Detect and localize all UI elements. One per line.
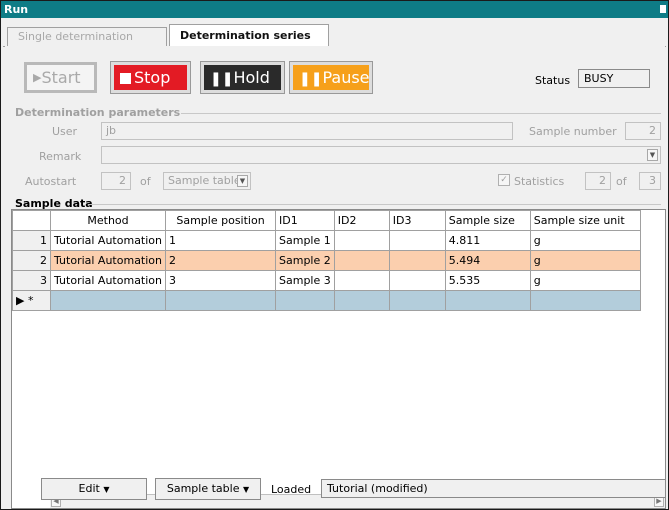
column-header-id1[interactable]: ID1 [275, 210, 335, 231]
start-button[interactable]: ▶Start [24, 62, 97, 93]
autostart-field[interactable]: 2 [101, 172, 131, 190]
new-row[interactable]: ▶ * [12, 290, 641, 311]
cell-id1[interactable]: Sample 2 [275, 250, 335, 271]
loaded-value: Tutorial (modified) [321, 479, 666, 498]
cell-sample-size[interactable]: 4.811 [444, 230, 531, 251]
user-label: User [52, 125, 78, 138]
chevron-down-icon[interactable]: ▼ [237, 175, 248, 187]
cell-sample-position[interactable]: 3 [165, 270, 277, 291]
remark-field[interactable]: ▼ [101, 146, 661, 164]
tab-determination-series[interactable]: Determination series [169, 24, 329, 47]
determination-parameters-title: Determination parameters [15, 106, 181, 119]
column-header-id2[interactable]: ID2 [333, 210, 390, 231]
column-header-id3[interactable]: ID3 [388, 210, 446, 231]
stop-label: Stop [134, 68, 171, 87]
row-number[interactable]: 3 [12, 270, 51, 291]
column-header-method[interactable]: Method [49, 210, 167, 231]
chevron-down-icon[interactable]: ▼ [647, 149, 658, 161]
new-cell[interactable] [165, 290, 277, 311]
cell-method[interactable]: Tutorial Automation [49, 250, 167, 271]
cell-sample-size-unit[interactable]: g [529, 230, 641, 251]
statistics-of-label: of [616, 175, 627, 188]
cell-method[interactable]: Tutorial Automation [49, 270, 167, 291]
status-value: BUSY [578, 69, 650, 88]
hold-icon: ❚❚ [210, 71, 234, 87]
table-row[interactable]: 1 Tutorial Automation 1 Sample 1 4.811 g [12, 230, 641, 251]
statistics-field[interactable]: 2 [585, 172, 611, 190]
table-header-row: Method Sample position ID1 ID2 ID3 Sampl… [12, 210, 641, 231]
row-number[interactable]: 2 [12, 250, 51, 271]
close-icon[interactable] [660, 5, 666, 13]
edit-button[interactable]: Edit ▼ [41, 478, 147, 500]
autostart-label: Autostart [25, 175, 77, 188]
tab-single-determination[interactable]: Single determination [7, 27, 167, 46]
autostart-source-select[interactable]: Sample table ▼ [163, 172, 251, 190]
cell-sample-position[interactable]: 1 [165, 230, 277, 251]
table-row[interactable]: 2 Tutorial Automation 2 Sample 2 5.494 g [12, 250, 641, 271]
cell-sample-size[interactable]: 5.535 [444, 270, 531, 291]
run-window: Run Single determination Determination s… [0, 0, 669, 510]
sample-grid: Method Sample position ID1 ID2 ID3 Sampl… [12, 210, 641, 311]
autostart-source-value: Sample table [168, 174, 241, 187]
new-row-marker[interactable]: ▶ * [12, 290, 51, 311]
window-title: Run [4, 3, 29, 16]
edit-label: Edit [78, 482, 100, 495]
cell-sample-size-unit[interactable]: g [529, 250, 641, 271]
cell-id2[interactable] [333, 250, 390, 271]
pause-label: Pause [322, 68, 370, 87]
cell-id3[interactable] [388, 270, 446, 291]
sample-table-button[interactable]: Sample table ▼ [155, 478, 261, 500]
chevron-down-icon: ▼ [242, 485, 250, 494]
statistics-checkbox[interactable]: ✓ [498, 174, 510, 186]
hold-button[interactable]: ❚❚Hold [200, 61, 285, 94]
autostart-of-label: of [140, 175, 151, 188]
column-header-sample-position[interactable]: Sample position [165, 210, 277, 231]
new-cell[interactable] [444, 290, 531, 311]
new-cell[interactable] [49, 290, 167, 311]
cell-sample-position[interactable]: 2 [165, 250, 277, 271]
statistics-label: Statistics [514, 175, 565, 188]
sample-table-label: Sample table [166, 482, 240, 495]
cell-id1[interactable]: Sample 1 [275, 230, 335, 251]
start-label: Start [41, 68, 81, 87]
cell-id3[interactable] [388, 250, 446, 271]
pause-icon: ❚❚ [299, 71, 323, 87]
column-header-sample-size[interactable]: Sample size [444, 210, 531, 231]
stop-button[interactable]: Stop [110, 61, 191, 94]
row-number[interactable]: 1 [12, 230, 51, 251]
pause-button[interactable]: ❚❚Pause [289, 61, 373, 94]
title-bar: Run [1, 1, 668, 18]
stop-icon [120, 73, 131, 84]
chevron-down-icon: ▼ [103, 485, 110, 494]
cell-sample-size[interactable]: 5.494 [444, 250, 531, 271]
loaded-label: Loaded [271, 483, 312, 496]
cell-method[interactable]: Tutorial Automation [49, 230, 167, 251]
new-cell[interactable] [388, 290, 446, 311]
tab-bar: Single determination Determination serie… [3, 24, 666, 47]
remark-label: Remark [39, 150, 82, 163]
determination-series-panel: ▶Start Stop ❚❚Hold ❚❚Pause Status BUSY D… [5, 46, 666, 509]
section-divider [89, 204, 661, 205]
cell-id3[interactable] [388, 230, 446, 251]
status-label: Status [535, 74, 571, 87]
statistics-total-field[interactable]: 3 [639, 172, 661, 190]
cell-id1[interactable]: Sample 3 [275, 270, 335, 291]
new-cell[interactable] [333, 290, 390, 311]
table-row[interactable]: 3 Tutorial Automation 3 Sample 3 5.535 g [12, 270, 641, 291]
sample-number-field[interactable]: 2 [625, 122, 661, 140]
new-cell[interactable] [529, 290, 641, 311]
column-header-sample-size-unit[interactable]: Sample size unit [529, 210, 641, 231]
sample-table[interactable]: Method Sample position ID1 ID2 ID3 Sampl… [11, 209, 666, 509]
cell-id2[interactable] [333, 230, 390, 251]
sample-number-label: Sample number [529, 125, 617, 138]
cell-id2[interactable] [333, 270, 390, 291]
new-cell[interactable] [275, 290, 335, 311]
row-header-corner [12, 210, 51, 231]
section-divider [181, 113, 661, 114]
user-field[interactable]: jb [101, 122, 513, 140]
cell-sample-size-unit[interactable]: g [529, 270, 641, 291]
hold-label: Hold [233, 68, 270, 87]
